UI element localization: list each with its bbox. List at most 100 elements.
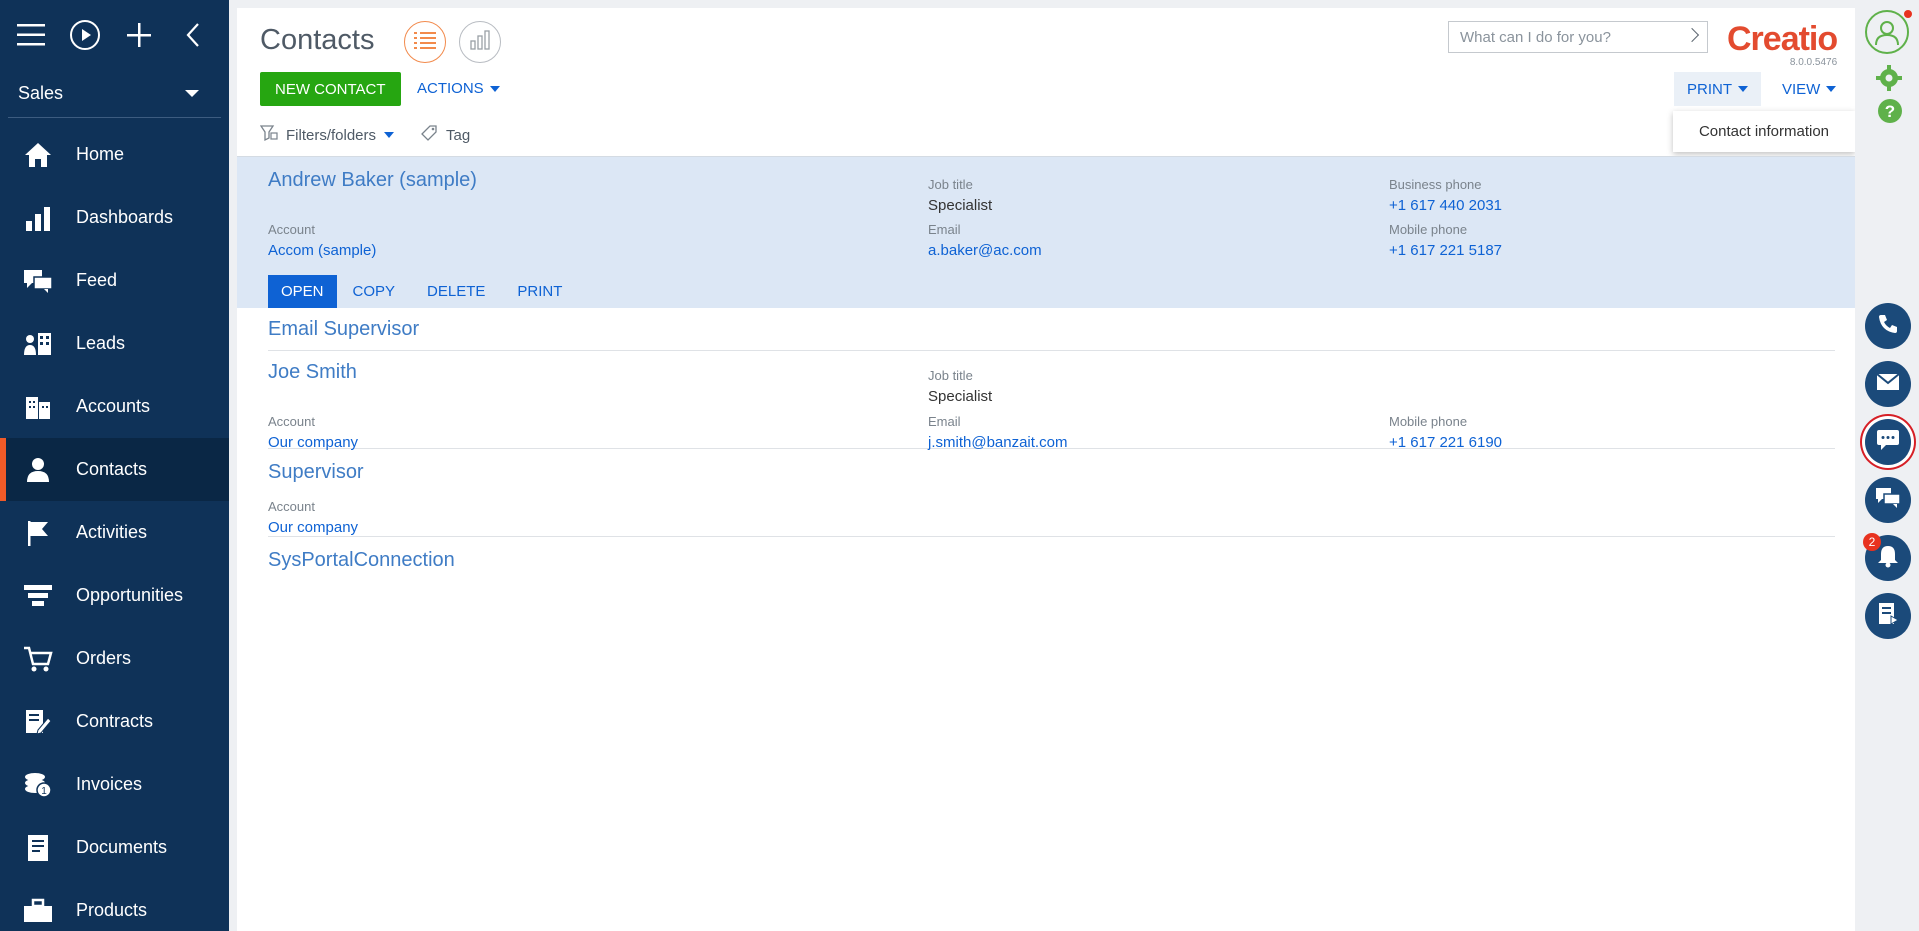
sidebar-item-documents[interactable]: Documents bbox=[0, 816, 229, 879]
email-label: Email bbox=[928, 222, 961, 237]
tag-icon[interactable] bbox=[420, 124, 438, 146]
print-button[interactable]: PRINT bbox=[1674, 72, 1761, 106]
workspace-label: Sales bbox=[18, 83, 64, 103]
communication-panel: ? 2 bbox=[1855, 0, 1919, 931]
email-link[interactable]: a.baker@ac.com bbox=[928, 242, 1042, 259]
sidebar-item-label: Feed bbox=[76, 270, 118, 290]
command-search-input[interactable]: What can I do for you? bbox=[1448, 21, 1708, 53]
chevron-down-icon[interactable] bbox=[384, 132, 395, 138]
sidebar-toolbar bbox=[0, 0, 229, 70]
sidebar-item-accounts[interactable]: Accounts bbox=[0, 375, 229, 438]
sidebar-item-feed[interactable]: Feed bbox=[0, 249, 229, 312]
list-item[interactable]: SysPortalConnection bbox=[268, 537, 1835, 582]
sidebar-item-contracts[interactable]: Contracts bbox=[0, 690, 229, 753]
workspace-selector[interactable]: Sales bbox=[8, 70, 221, 118]
filters-bar: Filters/folders Tag bbox=[259, 124, 470, 146]
sidebar-item-label: Accounts bbox=[76, 396, 151, 416]
sidebar-item-orders[interactable]: Orders bbox=[0, 627, 229, 690]
contact-list: Andrew Baker (sample) Account Accom (sam… bbox=[237, 156, 1855, 582]
new-contact-button[interactable]: NEW CONTACT bbox=[260, 72, 401, 106]
svg-text:1: 1 bbox=[41, 786, 47, 797]
sidebar-item-leads[interactable]: Leads bbox=[0, 312, 229, 375]
actions-button[interactable]: ACTIONS bbox=[417, 80, 500, 97]
tag-button[interactable]: Tag bbox=[446, 127, 470, 144]
list-item[interactable]: Email Supervisor bbox=[268, 308, 1835, 351]
email-button[interactable] bbox=[1865, 361, 1911, 407]
chat-bubbles-icon bbox=[1875, 487, 1901, 514]
gear-icon[interactable] bbox=[1875, 64, 1903, 97]
list-icon bbox=[414, 31, 436, 54]
view-button[interactable]: VIEW bbox=[1782, 72, 1837, 106]
sidebar-item-label: Products bbox=[76, 900, 148, 920]
chevron-down-icon bbox=[1738, 86, 1748, 92]
chat-icon bbox=[1876, 429, 1900, 456]
list-item-selected[interactable]: Andrew Baker (sample) Account Accom (sam… bbox=[237, 156, 1855, 308]
hamburger-menu-icon[interactable] bbox=[14, 18, 48, 52]
search-placeholder: What can I do for you? bbox=[1460, 28, 1611, 46]
mobile-phone-link[interactable]: +1 617 221 5187 bbox=[1389, 242, 1502, 259]
record-name[interactable]: Email Supervisor bbox=[268, 318, 419, 341]
record-actions: OPEN COPY DELETE PRINT bbox=[268, 275, 578, 308]
chevron-down-icon bbox=[1826, 86, 1837, 92]
open-button[interactable]: OPEN bbox=[268, 275, 337, 308]
add-icon[interactable] bbox=[122, 18, 156, 52]
chevron-right-icon[interactable] bbox=[1684, 27, 1700, 43]
record-name[interactable]: Supervisor bbox=[268, 461, 364, 484]
account-link[interactable]: Our company bbox=[268, 519, 358, 536]
phone-call-button[interactable] bbox=[1865, 303, 1911, 349]
phone-icon bbox=[1877, 313, 1899, 340]
process-tasks-button[interactable] bbox=[1865, 593, 1911, 639]
sidebar-item-opportunities[interactable]: Opportunities bbox=[0, 564, 229, 627]
play-process-icon[interactable] bbox=[68, 18, 102, 52]
page-title: Contacts bbox=[260, 24, 375, 56]
chevron-down-icon bbox=[185, 90, 199, 97]
logo-text: Creatio bbox=[1727, 20, 1838, 58]
online-status-dot bbox=[1904, 10, 1912, 18]
funnel-icon bbox=[22, 580, 54, 612]
leads-icon bbox=[22, 328, 54, 360]
print-dropdown-menu: Contact information bbox=[1673, 111, 1855, 152]
sidebar-item-label: Dashboards bbox=[76, 207, 174, 227]
list-item[interactable]: Joe Smith Account Our company Job title … bbox=[268, 351, 1835, 451]
chat-button[interactable] bbox=[1865, 419, 1911, 465]
sidebar-item-products[interactable]: Products bbox=[0, 879, 229, 931]
sidebar-item-home[interactable]: Home bbox=[0, 123, 229, 186]
task-document-icon bbox=[1877, 602, 1900, 631]
filters-folders-button[interactable]: Filters/folders bbox=[286, 127, 376, 144]
account-label: Account bbox=[268, 222, 315, 237]
sidebar-item-invoices[interactable]: 1 Invoices bbox=[0, 753, 229, 816]
sidebar-item-dashboards[interactable]: Dashboards bbox=[0, 186, 229, 249]
envelope-icon bbox=[1876, 372, 1900, 396]
copy-button[interactable]: COPY bbox=[337, 275, 412, 308]
list-item[interactable]: Supervisor Account Our company bbox=[268, 449, 1835, 537]
list-view-toggle[interactable] bbox=[404, 21, 446, 63]
print-record-button[interactable]: PRINT bbox=[501, 275, 578, 308]
business-phone-link[interactable]: +1 617 440 2031 bbox=[1389, 197, 1502, 214]
job-title-label: Job title bbox=[928, 177, 973, 192]
feed-button[interactable] bbox=[1865, 477, 1911, 523]
account-label: Account bbox=[268, 414, 315, 429]
mobile-phone-label: Mobile phone bbox=[1389, 222, 1468, 237]
view-label: VIEW bbox=[1782, 80, 1821, 98]
sidebar-item-label: Invoices bbox=[76, 774, 143, 794]
job-title-value: Specialist bbox=[928, 388, 993, 405]
svg-text:?: ? bbox=[1885, 102, 1895, 121]
record-name[interactable]: Joe Smith bbox=[268, 361, 357, 384]
account-label: Account bbox=[268, 499, 315, 514]
sidebar-item-label: Activities bbox=[76, 522, 148, 542]
delete-button[interactable]: DELETE bbox=[411, 275, 501, 308]
avatar[interactable] bbox=[1865, 10, 1909, 54]
analytics-view-toggle[interactable] bbox=[459, 21, 501, 63]
briefcase-icon bbox=[22, 895, 54, 927]
record-name[interactable]: SysPortalConnection bbox=[268, 549, 455, 572]
sidebar-item-contacts[interactable]: Contacts bbox=[0, 438, 229, 501]
record-name[interactable]: Andrew Baker (sample) bbox=[268, 169, 477, 192]
collapse-sidebar-icon[interactable] bbox=[176, 18, 210, 52]
business-phone-label: Business phone bbox=[1389, 177, 1482, 192]
sidebar-item-activities[interactable]: Activities bbox=[0, 501, 229, 564]
account-link[interactable]: Accom (sample) bbox=[268, 242, 376, 259]
filter-icon[interactable] bbox=[259, 124, 278, 146]
menu-item-contact-information[interactable]: Contact information bbox=[1699, 123, 1829, 140]
sidebar-item-label: Contracts bbox=[76, 711, 154, 731]
help-icon[interactable]: ? bbox=[1877, 98, 1903, 129]
